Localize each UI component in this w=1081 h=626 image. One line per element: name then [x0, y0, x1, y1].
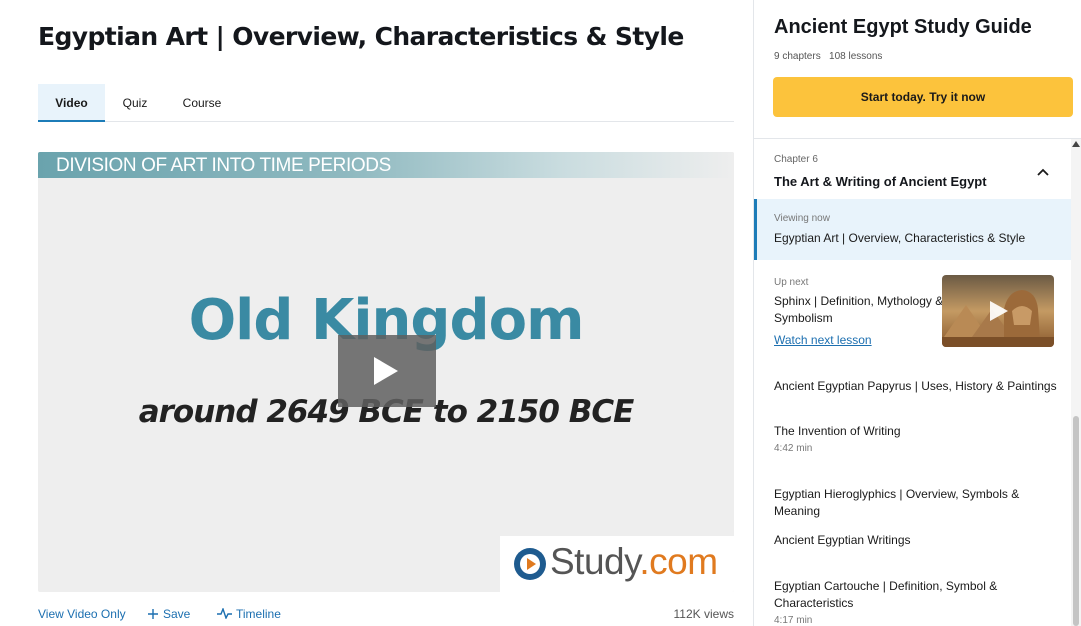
up-next-item: Up next Sphinx | Definition, Mythology &…: [754, 268, 1074, 360]
play-button[interactable]: [338, 335, 436, 407]
study-watermark: Study.com: [500, 536, 734, 592]
chapter-label: Chapter 6: [774, 154, 818, 165]
sphinx-thumbnail-image: [942, 275, 1054, 347]
page-title: Egyptian Art | Overview, Characteristics…: [38, 22, 684, 51]
lesson-list-item[interactable]: Egyptian Hieroglyphics | Overview, Symbo…: [774, 486, 1064, 520]
lessons-count: 108 lessons: [829, 51, 883, 62]
lesson-list-item[interactable]: The Invention of Writing 4:42 min: [774, 423, 1064, 454]
scroll-up-arrow-icon[interactable]: [1072, 141, 1080, 147]
lesson-title: Egyptian Cartouche | Definition, Symbol …: [774, 579, 998, 610]
tab-video[interactable]: Video: [38, 84, 105, 122]
plus-icon: [148, 609, 158, 619]
study-guide-sidebar: Ancient Egypt Study Guide 9 chapters 108…: [753, 0, 1081, 626]
viewing-now-item[interactable]: Viewing now Egyptian Art | Overview, Cha…: [754, 199, 1074, 260]
lesson-list-item[interactable]: Egyptian Cartouche | Definition, Symbol …: [774, 578, 1064, 626]
study-logo-icon: [514, 548, 546, 580]
lesson-list-item[interactable]: Ancient Egyptian Papyrus | Uses, History…: [774, 378, 1064, 395]
view-video-only-link[interactable]: View Video Only: [38, 607, 126, 621]
lesson-title: Ancient Egyptian Writings: [774, 533, 911, 547]
guide-title: Ancient Egypt Study Guide: [774, 16, 1032, 38]
tab-course[interactable]: Course: [172, 84, 232, 122]
timeline-icon: [217, 606, 232, 620]
viewing-now-title: Egyptian Art | Overview, Characteristics…: [774, 231, 1026, 245]
timeline-label: Timeline: [236, 607, 281, 621]
timeline-button[interactable]: Timeline: [217, 606, 281, 621]
view-count: 112K views: [673, 607, 734, 621]
chapters-count: 9 chapters: [774, 51, 821, 62]
lesson-duration: 4:17 min: [774, 615, 813, 626]
save-label: Save: [163, 607, 191, 621]
guide-meta: 9 chapters 108 lessons: [774, 51, 882, 62]
watch-next-lesson-link[interactable]: Watch next lesson: [774, 333, 872, 347]
up-next-title[interactable]: Sphinx | Definition, Mythology & Symboli…: [774, 293, 944, 327]
up-next-thumbnail[interactable]: [942, 275, 1054, 347]
start-today-button[interactable]: Start today. Try it now: [773, 77, 1073, 117]
video-player[interactable]: DIVISION OF ART INTO TIME PERIODS Old Ki…: [38, 152, 734, 592]
lesson-title: Egyptian Hieroglyphics | Overview, Symbo…: [774, 487, 1020, 518]
video-banner: DIVISION OF ART INTO TIME PERIODS: [38, 152, 734, 178]
chapter-name: The Art & Writing of Ancient Egypt: [774, 174, 987, 189]
up-next-label: Up next: [774, 277, 809, 288]
lesson-title: Ancient Egyptian Papyrus | Uses, History…: [774, 379, 1057, 393]
save-button[interactable]: Save: [148, 607, 190, 621]
viewing-now-label: Viewing now: [774, 213, 830, 224]
lesson-list-item[interactable]: Ancient Egyptian Writings: [774, 532, 1064, 549]
video-banner-text: DIVISION OF ART INTO TIME PERIODS: [56, 155, 391, 176]
lesson-duration: 4:42 min: [774, 443, 813, 454]
chevron-up-icon[interactable]: [1037, 168, 1049, 176]
scrollbar-thumb[interactable]: [1073, 416, 1079, 626]
tab-quiz[interactable]: Quiz: [114, 84, 156, 122]
lesson-title: The Invention of Writing: [774, 424, 901, 438]
lesson-tabs: Video Quiz Course: [38, 84, 734, 122]
play-icon: [374, 357, 398, 385]
chapter-header[interactable]: Chapter 6 The Art & Writing of Ancient E…: [754, 139, 1074, 197]
video-actions: View Video Only Save Timeline 112K views: [38, 606, 734, 625]
watermark-text: Study.com: [550, 541, 718, 582]
